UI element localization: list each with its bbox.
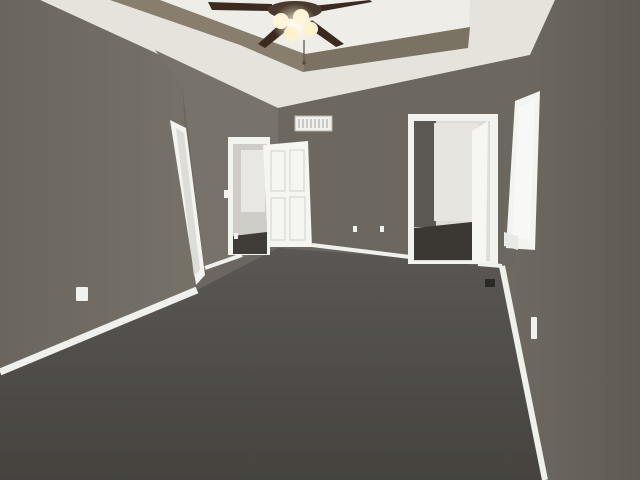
hallway-door-open: [472, 121, 488, 262]
air-vent: [294, 115, 333, 132]
fan-pull-chain-end: [302, 61, 306, 65]
hallway-floor: [414, 222, 474, 260]
hallway-back-wall: [434, 123, 478, 221]
electrical-outlet-right: [531, 317, 537, 339]
electrical-outlet-left-back: [234, 233, 238, 239]
electrical-outlet-left: [76, 287, 88, 301]
fan-bulb-2: [293, 9, 309, 25]
baseboard-right-short: [477, 262, 503, 268]
bathroom-inner-door: [241, 150, 265, 212]
light-switch: [224, 190, 229, 198]
floor-vent: [485, 279, 495, 287]
fan-bulb-4: [304, 22, 318, 36]
fan-bulb-1: [273, 13, 289, 29]
bedroom-photo: [0, 0, 640, 480]
fan-bulb-3: [284, 26, 298, 40]
electrical-outlet-back-2: [380, 226, 384, 232]
electrical-outlet-back-1: [353, 226, 357, 232]
hallway-left-wall: [414, 121, 436, 227]
